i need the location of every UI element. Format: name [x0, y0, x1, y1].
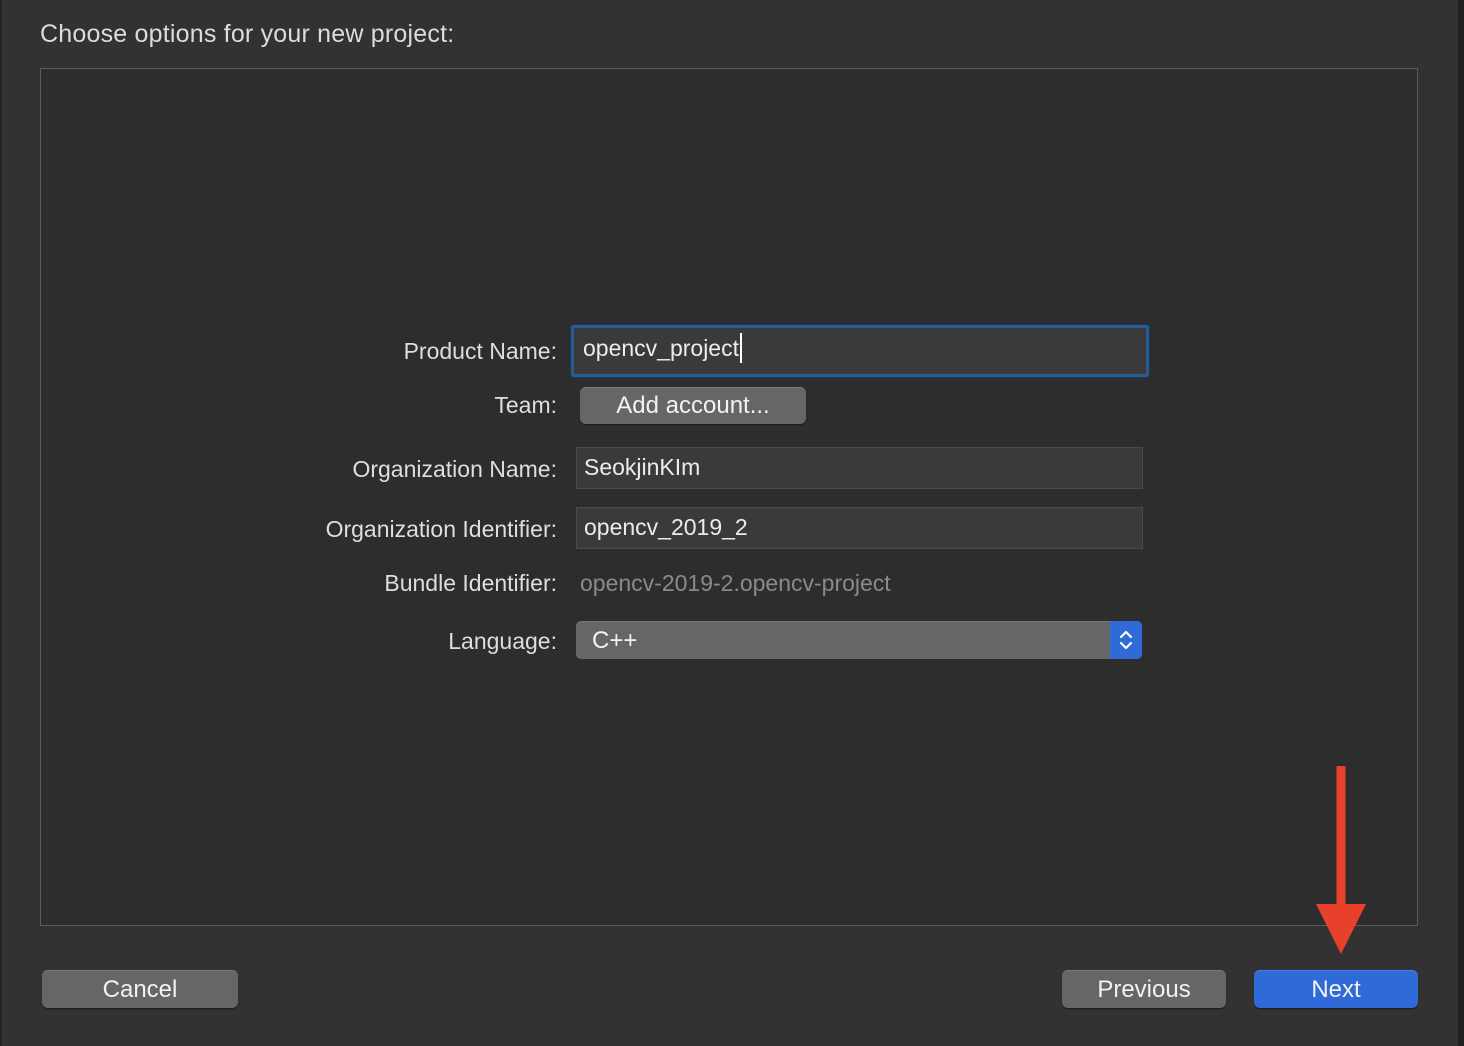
- text-caret: [740, 332, 742, 363]
- organization-identifier-label: Organization Identifier:: [325, 516, 557, 542]
- options-panel: [40, 68, 1418, 926]
- organization-identifier-value: opencv_2019_2: [584, 514, 748, 540]
- chevron-updown-icon: [1110, 621, 1142, 659]
- organization-name-value: SeokjinKIm: [584, 454, 701, 480]
- product-name-value: opencv_project: [583, 335, 739, 361]
- next-button[interactable]: Next: [1254, 970, 1418, 1008]
- team-label: Team:: [494, 392, 557, 418]
- language-label: Language:: [448, 628, 557, 654]
- bundle-identifier-value: opencv-2019-2.opencv-project: [580, 570, 891, 596]
- language-select[interactable]: C++: [576, 621, 1142, 659]
- organization-name-field[interactable]: SeokjinKIm: [576, 447, 1143, 489]
- product-name-field[interactable]: opencv_project: [571, 325, 1149, 377]
- language-value: C++: [592, 627, 638, 654]
- window-edge-left: [0, 0, 2, 1046]
- previous-button[interactable]: Previous: [1062, 970, 1226, 1008]
- annotation-arrow-icon: [1316, 766, 1366, 954]
- bundle-identifier-label: Bundle Identifier:: [384, 570, 557, 596]
- cancel-button[interactable]: Cancel: [42, 970, 238, 1008]
- add-account-button[interactable]: Add account...: [580, 387, 806, 424]
- window-edge-right: [1458, 0, 1464, 1046]
- page-title: Choose options for your new project:: [40, 20, 455, 48]
- organization-identifier-field[interactable]: opencv_2019_2: [576, 507, 1143, 549]
- product-name-label: Product Name:: [403, 338, 557, 364]
- organization-name-label: Organization Name:: [352, 456, 557, 482]
